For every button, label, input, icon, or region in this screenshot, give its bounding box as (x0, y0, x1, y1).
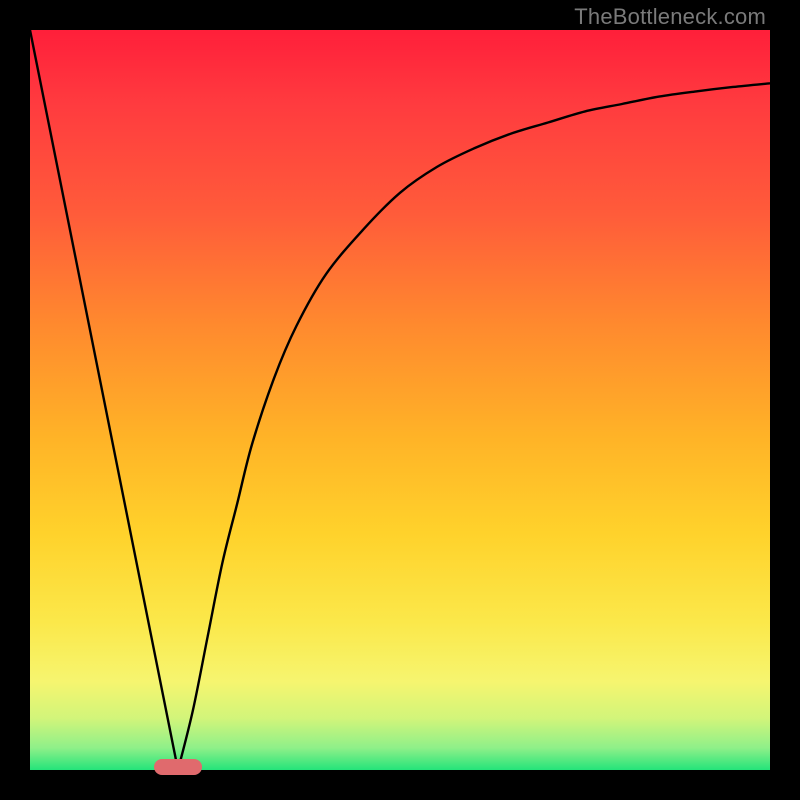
watermark-label: TheBottleneck.com (574, 4, 766, 30)
bottleneck-curve (30, 30, 770, 770)
curve-path (30, 30, 770, 770)
plot-area (30, 30, 770, 770)
minimum-marker (154, 759, 202, 775)
chart-frame: TheBottleneck.com (0, 0, 800, 800)
